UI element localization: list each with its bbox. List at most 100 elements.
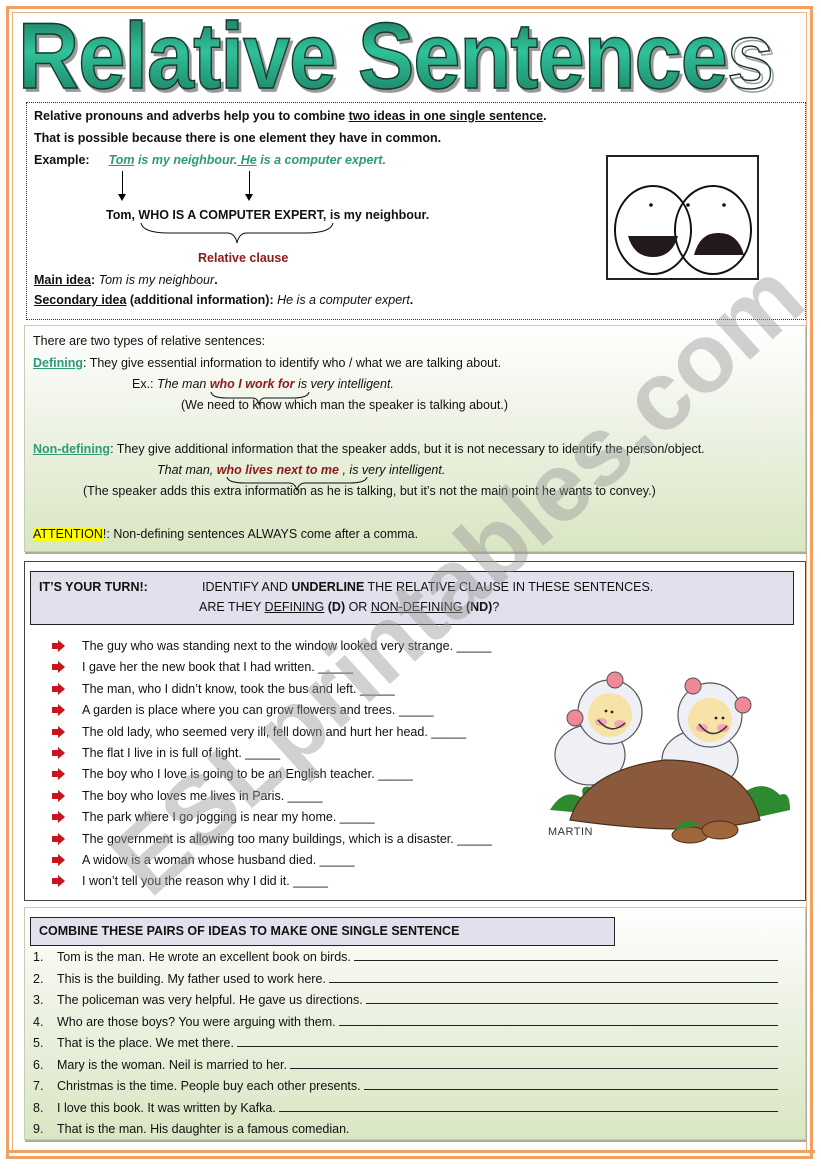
example-sentence: Tom is my neighbour. He is a computer ex… (109, 153, 386, 167)
nondefining-text: : They give additional information that … (110, 442, 705, 456)
example-label: Example: (34, 153, 90, 167)
example-end: is a computer expert. (256, 153, 386, 167)
combine-item: 1. Tom is the man. He wrote an excellent … (33, 950, 778, 964)
overlapping-faces-image (606, 155, 759, 280)
defining-example: Ex.: The man who I work for is very inte… (132, 377, 394, 391)
defining-text: : They give essential information to ide… (83, 356, 502, 370)
instruction-d: (D) (324, 600, 346, 614)
nondefining-example-clause: who lives next to me (216, 463, 340, 477)
exercise-item: The boy who loves me lives in Paris. ___… (52, 786, 322, 806)
exercise-item-text: I won’t tell you the reason why I did it… (82, 874, 328, 889)
arrow-down-icon (118, 171, 126, 201)
defining-label: Defining (33, 356, 83, 370)
instruction-defining: DEFINING (264, 600, 325, 614)
instruction-question-mark: ? (492, 600, 500, 614)
combine-header: COMBINE THESE PAIRS OF IDEAS TO MAKE ONE… (30, 917, 615, 946)
combine-item-text: Mary is the woman. Neil is married to he… (57, 1057, 291, 1072)
exercise-item-text: The guy who was standing next to the win… (82, 639, 492, 653)
defining-example-pre: The man (157, 377, 210, 391)
answer-blank[interactable] (339, 1015, 778, 1026)
combine-item: 8. I love this book. It was written by Ka… (33, 1101, 778, 1115)
red-arrow-bullet-icon (52, 661, 66, 674)
sheep-illustration: MARTIN (545, 660, 795, 845)
secondary-idea-label: Secondary idea (34, 293, 127, 307)
bottom-rule (6, 1150, 815, 1153)
combine-item-number: 4. (33, 1014, 44, 1029)
nondefining-example: That man, who lives next to me , is very… (157, 463, 445, 477)
exercise-item: The park where I go jogging is near my h… (52, 807, 375, 827)
instruction-1-bold: UNDERLINE (291, 580, 365, 594)
combine-item-number: 1. (33, 950, 44, 964)
exercise-item: The government is allowing too many buil… (52, 829, 492, 849)
exercise-item: The old lady, who seemed very ill, fell … (52, 722, 466, 742)
nondefining-label: Non-defining (33, 442, 111, 456)
exercise-item-text: The flat I live in is full of light. ___… (82, 746, 281, 760)
example-tom: Tom (108, 153, 135, 167)
defining-example-prefix: Ex.: (132, 377, 158, 391)
instruction-nd: (ND) (462, 600, 493, 614)
red-arrow-bullet-icon (52, 832, 66, 845)
attention-label: ATTENTION (33, 527, 103, 541)
attention-text: !: Non-defining sentences ALWAYS come af… (102, 527, 419, 541)
example-mid: is my neighbour. (134, 153, 238, 167)
defining-note: (We need to know which man the speaker i… (181, 398, 509, 412)
defining-example-clause: who I work for (209, 377, 295, 391)
answer-blank[interactable] (290, 1058, 778, 1069)
exercise-item-text: The boy who I love is going to be an Eng… (82, 767, 413, 782)
combine-item-number: 5. (33, 1036, 44, 1050)
red-arrow-bullet-icon (52, 725, 66, 738)
exercise-item-text: The old lady, who seemed very ill, fell … (82, 724, 467, 739)
nondefining-note: (The speaker adds this extra information… (83, 484, 656, 498)
combine-item-text: Who are those boys? You were arguing wit… (57, 1014, 340, 1029)
red-arrow-bullet-icon (52, 875, 66, 888)
answer-blank[interactable] (366, 993, 778, 1004)
exercise-item-text: The government is allowing too many buil… (82, 831, 492, 846)
red-arrow-bullet-icon (52, 747, 66, 759)
exercise-item: The man, who I didn’t know, took the bus… (52, 679, 395, 699)
combined-sentence: Tom, WHO IS A COMPUTER EXPERT, is my nei… (106, 208, 430, 222)
combine-item-text: Tom is the man. He wrote an excellent bo… (57, 950, 355, 964)
main-idea-line: Main idea: Tom is my neighbour. (34, 273, 218, 287)
nondefining-example-pre: That man, (157, 463, 217, 477)
your-turn-header: IT’S YOUR TURN!: IDENTIFY AND UNDERLINE … (30, 571, 794, 625)
combine-item-text: The policeman was very helpful. He gave … (57, 993, 367, 1007)
combine-item-number: 6. (33, 1057, 44, 1072)
combine-item: 3. The policeman was very helpful. He gav… (33, 993, 778, 1007)
exercise-item: The boy who I love is going to be an Eng… (52, 764, 413, 784)
combine-item-number: 8. (33, 1100, 44, 1115)
types-intro: There are two types of relative sentence… (33, 334, 266, 348)
your-turn-label: IT’S YOUR TURN!: (39, 580, 148, 594)
combine-item-number: 9. (33, 1122, 44, 1136)
exercise-item: The flat I live in is full of light. ___… (52, 743, 280, 763)
exercise-item-text: I gave her the new book that I had writt… (82, 660, 354, 675)
answer-blank[interactable] (354, 950, 778, 961)
red-arrow-bullet-icon (52, 704, 66, 717)
red-arrow-bullet-icon (52, 682, 66, 695)
red-arrow-bullet-icon (52, 789, 66, 802)
example-he: He (237, 153, 257, 167)
secondary-idea-text: He is a computer expert (277, 293, 410, 307)
red-arrow-bullet-icon (52, 640, 66, 652)
combine-item: 6. Mary is the woman. Neil is married to … (33, 1058, 778, 1072)
answer-blank[interactable] (237, 1036, 778, 1047)
answer-blank[interactable] (329, 972, 778, 983)
instruction-or: OR (345, 600, 371, 614)
sheep-on-rock-icon (550, 671, 790, 844)
combine-item-text: That is the man. His daughter is a famou… (57, 1122, 350, 1136)
red-arrow-bullet-icon (52, 811, 66, 824)
instruction-1-pre: IDENTIFY AND (202, 580, 292, 594)
combine-item: 2. This is the building. My father used t… (33, 972, 778, 986)
arrow-down-icon (245, 171, 253, 201)
exercise-item: A widow is a woman whose husband died. _… (52, 850, 354, 870)
exercise-item: The guy who was standing next to the win… (52, 636, 491, 656)
answer-blank[interactable] (364, 1079, 778, 1090)
intro-underlined-text: two ideas in one single sentence (348, 109, 544, 123)
defining-line: Defining: They give essential informatio… (33, 356, 501, 370)
curly-brace-icon (140, 222, 334, 244)
illustration-caption: MARTIN (548, 826, 593, 838)
exercise-item-text: A widow is a woman whose husband died. _… (82, 853, 355, 867)
combine-item: 5. That is the place. We met there. (33, 1036, 778, 1050)
answer-blank[interactable] (279, 1101, 778, 1112)
exercise-item-text: A garden is place where you can grow flo… (82, 703, 434, 718)
intro-line-1: Relative pronouns and adverbs help you t… (34, 109, 547, 123)
